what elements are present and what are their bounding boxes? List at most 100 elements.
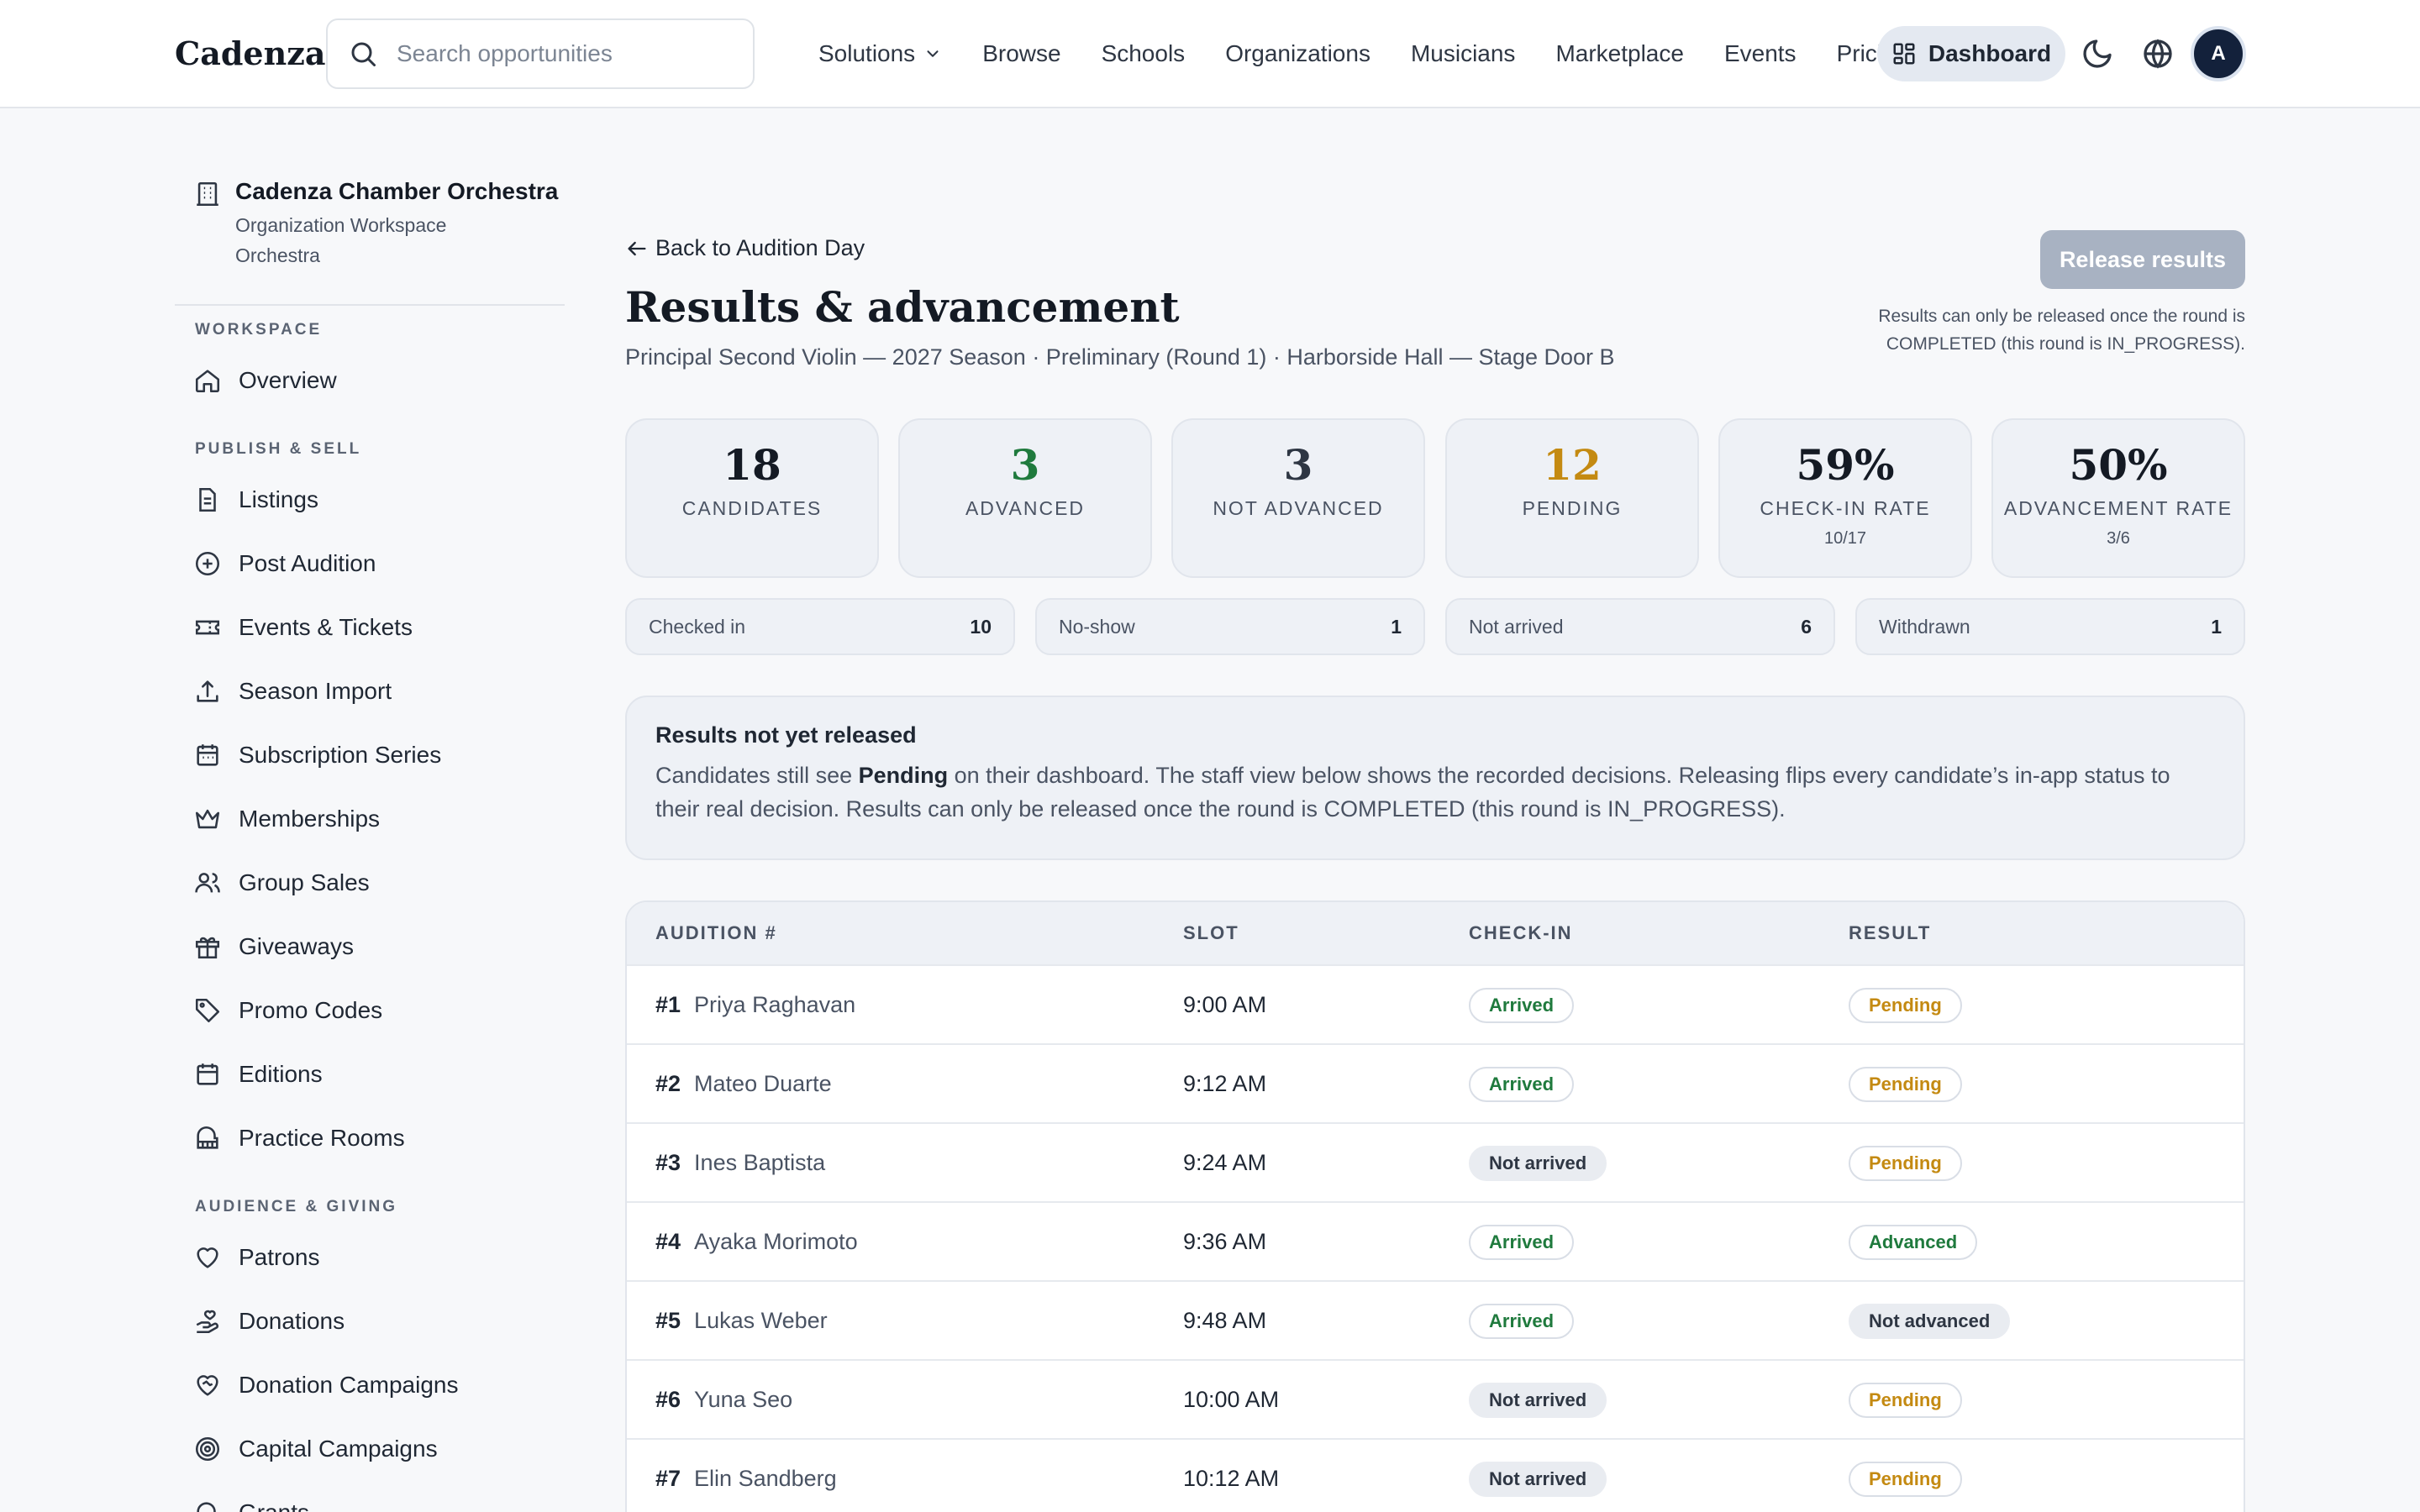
column-header-audition: AUDITION # — [655, 922, 777, 943]
audition-number: #2 — [655, 1071, 681, 1096]
audition-number: #3 — [655, 1150, 681, 1175]
audition-number: #6 — [655, 1387, 681, 1412]
candidate-cell: #1 Priya Raghavan — [655, 966, 855, 1043]
nav-solutions[interactable]: Solutions — [798, 26, 962, 81]
stat-subvalue: 3/6 — [2107, 529, 2130, 548]
stat-label: ADVANCEMENT RATE — [2003, 497, 2233, 519]
check-in-badge: Not arrived — [1469, 1146, 1607, 1181]
arrow-left-icon — [628, 241, 646, 255]
stat-card-check-in-rate: 59% CHECK-IN RATE 10/17 — [1718, 418, 1972, 578]
table-row[interactable]: #5 Lukas Weber 9:48 AM Arrived Not advanced — [627, 1280, 2244, 1359]
org-workspace-label: Organization Workspace — [235, 214, 447, 236]
sidebar-item-grants[interactable]: Grants — [193, 1489, 309, 1512]
sidebar-item-practice-rooms[interactable]: Practice Rooms — [193, 1115, 405, 1162]
search-box[interactable] — [326, 18, 755, 89]
candidate-cell: #3 Ines Baptista — [655, 1124, 825, 1201]
nav-schools[interactable]: Schools — [1081, 26, 1206, 81]
nav-events[interactable]: Events — [1704, 26, 1817, 81]
sidebar-item-season-import[interactable]: Season Import — [193, 668, 392, 715]
slot-time: 9:48 AM — [1183, 1308, 1267, 1333]
calendar-icon — [197, 1063, 218, 1085]
notice-body: Candidates still see Pending on their da… — [655, 759, 2215, 826]
sidebar-item-group-sales[interactable]: Group Sales — [193, 859, 370, 906]
stat-card-pending: 12 PENDING — [1445, 418, 1699, 578]
stat-value: 12 — [1543, 440, 1602, 490]
crown-icon — [195, 809, 220, 829]
target-icon — [195, 1436, 220, 1462]
pill-count: 1 — [2211, 615, 2222, 638]
main-nav: Solutions Browse Schools Organizations M… — [798, 26, 1928, 81]
table-row[interactable]: #4 Ayaka Morimoto 9:36 AM Arrived Advanced — [627, 1201, 2244, 1280]
column-header-check-in: CHECK-IN — [1469, 922, 1573, 943]
nav-organizations[interactable]: Organizations — [1205, 26, 1391, 81]
table-row[interactable]: #3 Ines Baptista 9:24 AM Not arrived Pending — [627, 1122, 2244, 1201]
result-badge: Not advanced — [1849, 1304, 2011, 1339]
pill-withdrawn: Withdrawn 1 — [1855, 598, 2245, 655]
dashboard-button[interactable]: Dashboard — [1877, 26, 2065, 81]
table-row[interactable]: #7 Elin Sandberg 10:12 AM Not arrived Pendin… — [627, 1438, 2244, 1512]
sidebar-item-patrons[interactable]: Patrons — [193, 1234, 320, 1281]
stat-value: 59% — [1796, 440, 1895, 490]
stat-value: 50% — [2069, 440, 2168, 490]
sidebar-item-overview[interactable]: Overview — [193, 357, 337, 404]
back-to-audition-day-link[interactable]: Back to Audition Day — [625, 235, 865, 261]
candidate-cell: #2 Mateo Duarte — [655, 1045, 832, 1122]
slot-time: 10:00 AM — [1183, 1387, 1280, 1412]
sidebar-item-label: Patrons — [239, 1244, 320, 1270]
sidebar-item-label: Overview — [239, 367, 337, 393]
stat-label: NOT ADVANCED — [1213, 497, 1384, 519]
tag-icon — [195, 998, 220, 1023]
stat-value: 18 — [723, 440, 781, 490]
sidebar-item-donation-campaigns[interactable]: Donation Campaigns — [193, 1362, 459, 1409]
pill-label: Withdrawn — [1879, 615, 1970, 638]
nav-browse[interactable]: Browse — [962, 26, 1081, 81]
pill-label: Not arrived — [1469, 615, 1564, 638]
sidebar-item-giveaways[interactable]: Giveaways — [193, 923, 354, 970]
table-row[interactable]: #2 Mateo Duarte 9:12 AM Arrived Pending — [627, 1043, 2244, 1122]
sidebar-item-label: Group Sales — [239, 869, 370, 895]
sidebar-item-events-tickets[interactable]: Events & Tickets — [193, 604, 413, 651]
search-input[interactable] — [397, 40, 716, 67]
result-badge: Pending — [1849, 1067, 1962, 1102]
sidebar-item-subscription-series[interactable]: Subscription Series — [193, 732, 441, 779]
table-row[interactable]: #6 Yuna Seo 10:00 AM Not arrived Pending — [627, 1359, 2244, 1438]
pill-not-arrived: Not arrived 6 — [1445, 598, 1835, 655]
stat-label: ADVANCED — [965, 497, 1086, 519]
column-header-slot: SLOT — [1183, 922, 1239, 943]
result-badge: Pending — [1849, 1146, 1962, 1181]
page-subtitle: Principal Second Violin — 2027 Season · … — [625, 344, 1615, 370]
sidebar-item-promo-codes[interactable]: Promo Codes — [193, 987, 382, 1034]
search-grants-icon — [197, 1502, 216, 1512]
column-header-result: RESULT — [1849, 922, 1932, 943]
sidebar-item-memberships[interactable]: Memberships — [193, 795, 380, 843]
user-avatar[interactable]: A — [2191, 26, 2246, 81]
check-in-badge: Not arrived — [1469, 1462, 1607, 1497]
nav-musicians[interactable]: Musicians — [1391, 26, 1535, 81]
stat-subvalue: 10/17 — [1823, 529, 1867, 548]
sidebar-item-listings[interactable]: Listings — [193, 476, 318, 523]
dark-mode-moon-icon[interactable] — [2081, 37, 2114, 71]
brand-logo[interactable]: Cadenza — [175, 30, 325, 77]
sidebar-item-donations[interactable]: Donations — [193, 1298, 345, 1345]
nav-solutions-label: Solutions — [818, 40, 916, 66]
notice-body-start: Candidates still see — [655, 763, 859, 788]
sidebar-item-label: Memberships — [239, 806, 381, 832]
slot-time: 9:12 AM — [1183, 1071, 1267, 1096]
chevron-down-icon — [927, 50, 939, 57]
search-icon — [351, 42, 376, 66]
audition-number: #7 — [655, 1466, 681, 1491]
release-results-button[interactable]: Release results — [2040, 230, 2245, 289]
sidebar-item-label: Donation Campaigns — [239, 1372, 459, 1398]
sidebar-item-editions[interactable]: Editions — [193, 1051, 323, 1098]
pill-count: 1 — [1391, 615, 1402, 638]
sidebar-item-post-audition[interactable]: Post Audition — [193, 540, 376, 587]
check-in-badge: Arrived — [1469, 1304, 1575, 1339]
piano-icon — [197, 1126, 218, 1149]
candidate-name: Elin Sandberg — [694, 1466, 837, 1491]
sidebar-item-capital-campaigns[interactable]: Capital Campaigns — [193, 1425, 438, 1473]
result-badge: Pending — [1849, 988, 1962, 1023]
table-row[interactable]: #1 Priya Raghavan 9:00 AM Arrived Pending — [627, 964, 2244, 1043]
audition-number: #4 — [655, 1229, 681, 1254]
nav-marketplace[interactable]: Marketplace — [1535, 26, 1704, 81]
globe-language-icon[interactable] — [2141, 37, 2175, 71]
